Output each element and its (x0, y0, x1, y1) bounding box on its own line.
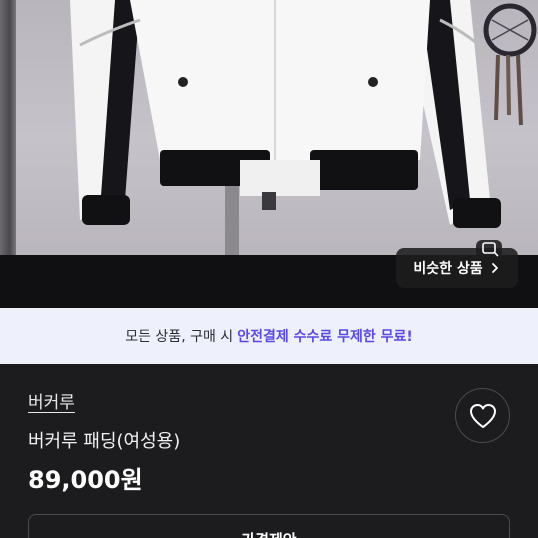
product-title: 버커루 패딩(여성용) (28, 431, 181, 452)
price-offer-button[interactable]: 가격제안 (28, 514, 510, 538)
heart-outline-icon (469, 403, 496, 428)
product-price: 89,000원 (28, 466, 143, 494)
dreamcatcher-decor (483, 3, 537, 126)
product-photo[interactable]: 비슷한 상품 (0, 0, 538, 308)
like-button[interactable] (455, 388, 510, 443)
promo-highlight: 안전결제 수수료 무제한 무료! (237, 329, 413, 345)
similar-products-label: 비슷한 상품 (413, 261, 483, 277)
chevron-right-icon (491, 263, 498, 273)
similar-products-button[interactable]: 비슷한 상품 (396, 240, 518, 288)
safe-payment-promo-banner[interactable]: 모든 상품, 구매 시 안전결제 수수료 무제한 무료! (0, 308, 538, 364)
clothing-rack (0, 0, 16, 255)
image-search-icon (476, 240, 502, 258)
promo-prefix: 모든 상품, 구매 시 (125, 329, 234, 345)
jacket-image (70, 0, 501, 255)
brand-link[interactable]: 버커루 (28, 388, 75, 413)
product-info: 버커루 버커루 패딩(여성용) 89,000원 가격제안 (0, 364, 538, 538)
